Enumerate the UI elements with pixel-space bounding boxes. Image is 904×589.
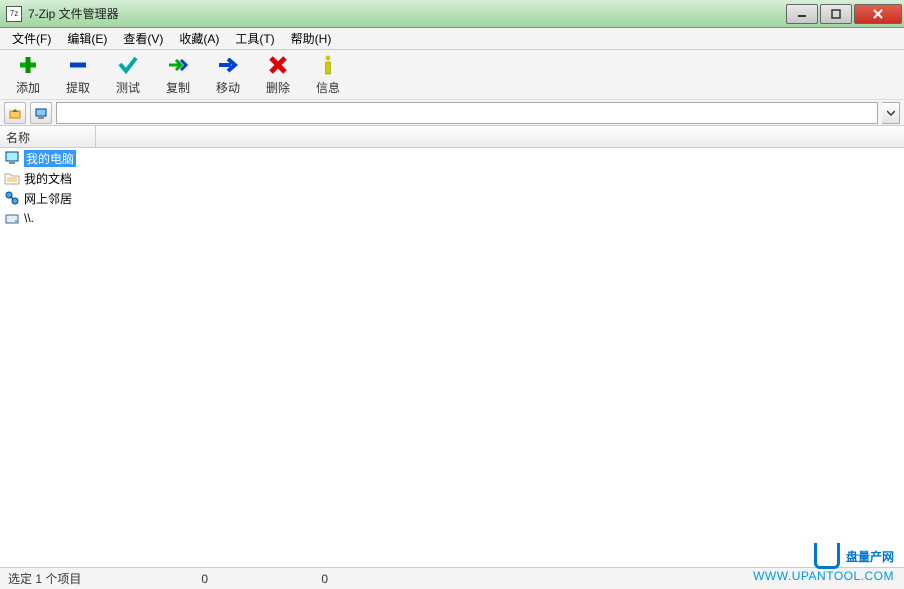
- column-spacer: [96, 126, 904, 147]
- minimize-icon: [797, 9, 807, 19]
- menubar: 文件(F) 编辑(E) 查看(V) 收藏(A) 工具(T) 帮助(H): [0, 28, 904, 50]
- close-button[interactable]: [854, 4, 902, 24]
- move-arrow-icon: [216, 53, 240, 77]
- item-label: 我的文档: [24, 170, 72, 187]
- move-label: 移动: [216, 79, 240, 96]
- delete-button[interactable]: 删除: [258, 52, 298, 98]
- path-dropdown-button[interactable]: [882, 102, 900, 124]
- copy-label: 复制: [166, 79, 190, 96]
- add-button[interactable]: 添加: [8, 52, 48, 98]
- maximize-button[interactable]: [820, 4, 852, 24]
- folder-up-icon: [8, 106, 22, 120]
- watermark-text: 盘量产网: [846, 548, 894, 565]
- copy-button[interactable]: 复制: [158, 52, 198, 98]
- pathbar: [0, 100, 904, 126]
- move-button[interactable]: 移动: [208, 52, 248, 98]
- nav-computer-button[interactable]: [30, 102, 52, 124]
- titlebar: 7z 7-Zip 文件管理器: [0, 0, 904, 28]
- status-selected: 选定 1 个项目: [8, 570, 88, 587]
- watermark: 盘量产网 WWW.UPANTOOL.COM: [753, 543, 894, 583]
- path-input[interactable]: [56, 102, 878, 124]
- list-item[interactable]: 我的文档: [0, 168, 904, 188]
- menu-tools[interactable]: 工具(T): [227, 28, 282, 49]
- maximize-icon: [831, 9, 841, 19]
- drive-icon: [4, 210, 20, 226]
- test-button[interactable]: 测试: [108, 52, 148, 98]
- watermark-logo: 盘量产网: [753, 543, 894, 569]
- window-title: 7-Zip 文件管理器: [28, 5, 784, 22]
- app-icon: 7z: [6, 6, 22, 22]
- window-controls: [784, 4, 902, 24]
- delete-label: 删除: [266, 79, 290, 96]
- info-label: 信息: [316, 79, 340, 96]
- column-header: 名称: [0, 126, 904, 148]
- chevron-down-icon: [887, 109, 895, 117]
- folder-icon: [4, 170, 20, 186]
- copy-arrow-icon: [166, 53, 190, 77]
- menu-view[interactable]: 查看(V): [115, 28, 171, 49]
- u-icon: [814, 543, 840, 569]
- close-icon: [872, 8, 884, 20]
- minus-icon: [66, 53, 90, 77]
- test-label: 测试: [116, 79, 140, 96]
- plus-icon: [16, 53, 40, 77]
- column-name[interactable]: 名称: [0, 126, 96, 147]
- list-item[interactable]: 网上邻居: [0, 188, 904, 208]
- delete-x-icon: [266, 53, 290, 77]
- nav-back-button[interactable]: [4, 102, 26, 124]
- item-label: 网上邻居: [24, 190, 72, 207]
- info-button[interactable]: 信息: [308, 52, 348, 98]
- watermark-url: WWW.UPANTOOL.COM: [753, 569, 894, 583]
- add-label: 添加: [16, 79, 40, 96]
- status-val1: 0: [128, 572, 208, 586]
- computer-icon: [4, 150, 20, 166]
- minimize-button[interactable]: [786, 4, 818, 24]
- extract-label: 提取: [66, 79, 90, 96]
- info-icon: [316, 53, 340, 77]
- menu-file[interactable]: 文件(F): [4, 28, 59, 49]
- menu-help[interactable]: 帮助(H): [283, 28, 340, 49]
- extract-button[interactable]: 提取: [58, 52, 98, 98]
- network-icon: [4, 190, 20, 206]
- menu-favorites[interactable]: 收藏(A): [171, 28, 227, 49]
- menu-edit[interactable]: 编辑(E): [59, 28, 115, 49]
- list-item[interactable]: 我的电脑: [0, 148, 904, 168]
- item-label: \\.: [24, 211, 34, 225]
- computer-small-icon: [34, 106, 48, 120]
- status-val2: 0: [248, 572, 328, 586]
- list-item[interactable]: \\.: [0, 208, 904, 228]
- filelist[interactable]: 我的电脑 我的文档 网上邻居 \\.: [0, 148, 904, 567]
- item-label: 我的电脑: [24, 150, 76, 167]
- check-icon: [116, 53, 140, 77]
- toolbar: 添加 提取 测试 复制 移动 删除 信息: [0, 50, 904, 100]
